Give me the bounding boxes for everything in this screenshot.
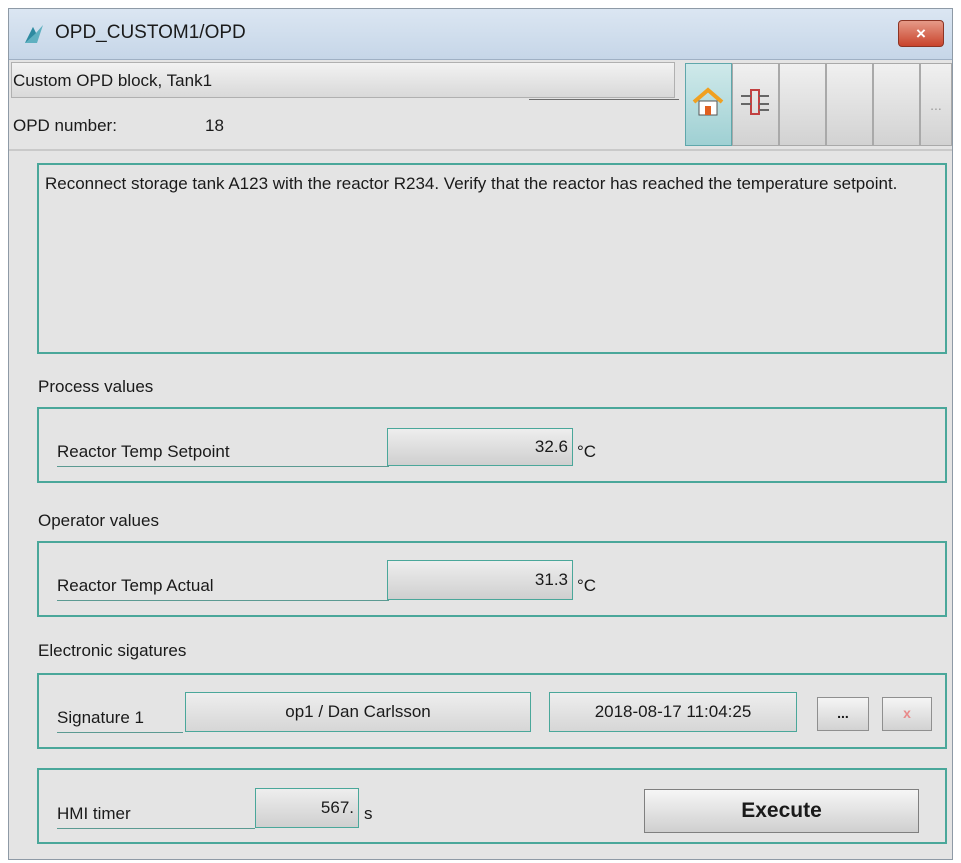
opd-number-value: 18: [205, 116, 224, 135]
title-bar[interactable]: OPD_CUSTOM1/OPD ×: [9, 9, 952, 60]
signature-1-label: Signature 1: [57, 708, 144, 727]
home-button[interactable]: [685, 63, 732, 146]
actual-temp-input[interactable]: 31.3: [387, 560, 573, 600]
window-title: OPD_CUSTOM1/OPD: [55, 22, 246, 43]
actual-temp-underline: [57, 600, 389, 601]
header-separator: [9, 149, 952, 151]
opd-number-label: OPD number:: [13, 116, 117, 135]
toolbar-button-empty-1[interactable]: [779, 63, 826, 146]
opd-logo-icon: [25, 25, 43, 43]
hmi-timer-label: HMI timer: [57, 804, 131, 823]
toolbar-button-empty-2[interactable]: [826, 63, 873, 146]
clear-icon: x: [903, 705, 911, 721]
setpoint-underline: [57, 466, 389, 467]
signature-1-user[interactable]: op1 / Dan Carlsson: [185, 692, 531, 732]
opd-window: OPD_CUSTOM1/OPD × Custom OPD block, Tank…: [8, 8, 953, 860]
setpoint-label: Reactor Temp Setpoint: [57, 442, 230, 461]
toolbar-button-empty-3[interactable]: [873, 63, 920, 146]
more-button[interactable]: ...: [920, 63, 952, 146]
instruction-text: Reconnect storage tank A123 with the rea…: [37, 163, 947, 354]
setpoint-value: 32.6: [387, 428, 573, 466]
more-icon: ...: [930, 97, 942, 113]
signature-1-timestamp: 2018-08-17 11:04:25: [549, 692, 797, 732]
signature-1-underline: [57, 732, 183, 733]
hmi-timer-unit: s: [364, 804, 373, 823]
hmi-timer-underline: [57, 828, 255, 829]
signature-browse-button[interactable]: ...: [817, 697, 869, 731]
block-connection-icon: [741, 89, 769, 115]
operator-values-label: Operator values: [38, 511, 159, 530]
close-button[interactable]: ×: [898, 20, 944, 47]
process-values-label: Process values: [38, 377, 154, 396]
faceplate-button[interactable]: [732, 63, 779, 146]
hmi-timer-value: 567.: [255, 788, 359, 828]
header-divider: [529, 99, 679, 100]
ellipsis-icon: ...: [837, 705, 849, 721]
home-icon: [692, 87, 724, 116]
block-name: Custom OPD block, Tank1: [13, 71, 213, 90]
setpoint-unit: °C: [577, 442, 597, 461]
signature-clear-button[interactable]: x: [882, 697, 932, 731]
execute-button[interactable]: Execute: [644, 789, 919, 833]
close-icon: ×: [916, 24, 926, 43]
signatures-label: Electronic sigatures: [38, 641, 187, 660]
actual-temp-label: Reactor Temp Actual: [57, 576, 214, 595]
actual-temp-unit: °C: [577, 576, 597, 595]
